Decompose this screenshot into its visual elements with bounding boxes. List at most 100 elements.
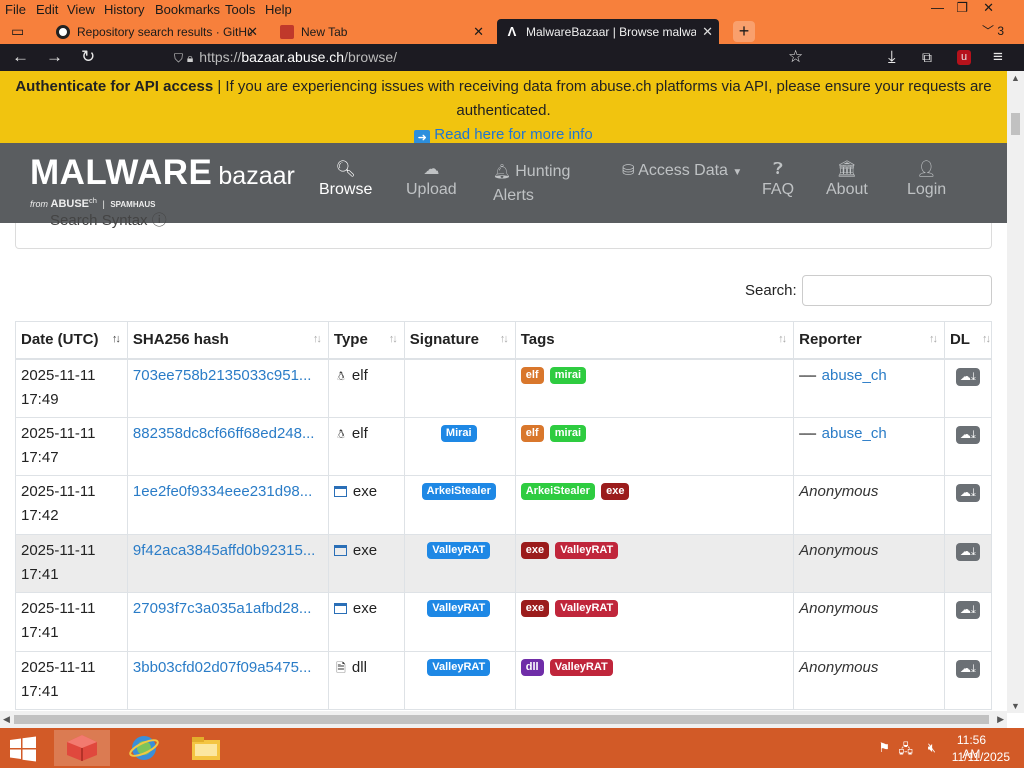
tab-malwarebazaar[interactable]: Λ MalwareBazaar | Browse malware ✕ (497, 19, 719, 44)
extensions-icon[interactable]: ⧉ (922, 48, 932, 66)
close-tab-icon[interactable]: ✕ (473, 24, 484, 40)
tag-badge[interactable]: mirai (549, 366, 587, 384)
forward-arrow-icon[interactable]: → (46, 48, 63, 66)
tag-badge[interactable]: ValleyRAT (555, 541, 619, 559)
tab-new-tab[interactable]: New Tab ✕ (272, 19, 490, 44)
table-row[interactable]: 2025-11-11 17:42 1ee2fe0f9334eee231d98... e… (15, 475, 993, 535)
column-type[interactable]: Type ↑↓ (327, 321, 405, 360)
maximize-icon[interactable]: ❐ (956, 0, 968, 16)
clock-date[interactable]: 11/11/2025 (952, 750, 1010, 764)
reporter-link[interactable]: abuse_ch (822, 425, 887, 442)
flag-icon[interactable]: ⚑ (878, 740, 890, 756)
taskbar-app-explorer[interactable] (178, 730, 234, 766)
back-arrow-icon[interactable]: ← (12, 48, 29, 66)
nav-hunting-alerts[interactable]: 🔔︎ Hunting Alerts (493, 159, 573, 208)
vertical-scrollbar[interactable]: ▲ ▼ (1007, 71, 1024, 713)
hash-link[interactable]: 3bb03cfd02d07f09a5475... (133, 659, 312, 676)
tag-badge[interactable]: elf (520, 424, 544, 442)
tag-badge[interactable]: ValleyRAT (549, 658, 613, 676)
table-row[interactable]: 2025-11-11 17:41 3bb03cfd02d07f09a5475... 🗎… (15, 651, 993, 710)
cloud-download-icon[interactable]: ☁⤓ (955, 367, 980, 386)
reload-icon[interactable]: ↻ (81, 48, 95, 66)
menu-view[interactable]: View (67, 2, 95, 17)
read-more-link[interactable]: ➜ Read here for more info (414, 126, 593, 146)
table-row[interactable]: 2025-11-11 17:41 27093f7c3a035a1afbd28... e… (15, 592, 993, 652)
shield-icon[interactable]: ⛉ (174, 51, 183, 65)
type-cell: exe (327, 475, 405, 535)
column-tags[interactable]: Tags ↑↓ (514, 321, 794, 360)
url-bar[interactable]: ⛉ 🔒︎ https://bazaar.abuse.ch/browse/ (174, 46, 774, 69)
menu-bookmarks[interactable]: Bookmarks (155, 2, 220, 17)
menu-edit[interactable]: Edit (36, 2, 58, 17)
reporter-link[interactable]: abuse_ch (822, 367, 887, 384)
signature-badge[interactable]: ArkeiStealer (421, 483, 496, 500)
minimize-icon[interactable]: — (931, 0, 944, 15)
tag-badge[interactable]: dll (520, 658, 544, 676)
tag-badge[interactable]: exe (520, 541, 550, 559)
hash-link[interactable]: 27093f7c3a035a1afbd28... (133, 600, 312, 617)
hash-link[interactable]: 703ee758b2135033c951... (133, 367, 312, 384)
nav-browse[interactable]: 🔍︎ Browse (319, 159, 372, 199)
tag-badge[interactable]: exe (520, 600, 550, 617)
lock-icon[interactable]: 🔒︎ (187, 51, 193, 65)
hash-link[interactable]: 882358dc8cf66ff68ed248... (133, 425, 315, 442)
tab-overview-icon[interactable]: ▭ (11, 23, 24, 40)
column-reporter[interactable]: Reporter ↑↓ (793, 321, 945, 360)
search-input[interactable] (802, 275, 992, 306)
bookmark-star-icon[interactable]: ☆ (788, 48, 803, 66)
nav-upload[interactable]: ☁ Upload (406, 159, 457, 199)
nav-about[interactable]: 🏛︎ About (826, 159, 868, 199)
cloud-download-icon[interactable]: ☁⤓ (955, 542, 980, 561)
tag-badge[interactable]: elf (520, 366, 544, 384)
cloud-download-icon[interactable]: ☁⤓ (955, 484, 980, 502)
hamburger-menu-icon[interactable]: ≡ (993, 48, 1003, 66)
volume-muted-icon[interactable]: 🔇︎ (928, 740, 936, 756)
nav-login[interactable]: 👤︎ Login (907, 159, 946, 199)
ublock-icon[interactable]: u (957, 50, 971, 65)
column-download[interactable]: DL ↑↓ (943, 321, 993, 360)
cloud-download-icon[interactable]: ☁⤓ (955, 659, 980, 678)
taskbar-app-redbox[interactable] (54, 730, 110, 766)
menu-help[interactable]: Help (265, 2, 292, 17)
new-tab-button[interactable]: + (733, 21, 755, 42)
tab-list-button[interactable]: ﹀ 3 (982, 19, 1004, 44)
download-icon[interactable]: ⤓ (888, 48, 896, 66)
column-date[interactable]: Date (UTC) ↑↓ (15, 321, 128, 360)
menu-history[interactable]: History (104, 2, 144, 17)
network-icon[interactable]: 🖧︎ (899, 740, 914, 762)
taskbar-app-ie[interactable] (116, 730, 172, 766)
signature-badge[interactable]: ValleyRAT (427, 541, 491, 559)
scrollbar-thumb[interactable] (14, 715, 989, 724)
table-row[interactable]: 2025-11-11 17:49 703ee758b2135033c951... 🐧︎… (15, 358, 993, 418)
hash-link[interactable]: 1ee2fe0f9334eee231d98... (133, 483, 312, 500)
nav-faq[interactable]: ❓︎ FAQ (762, 159, 794, 199)
signature-badge[interactable]: Mirai (440, 424, 477, 442)
horizontal-scrollbar[interactable]: ◀ ▶ (0, 711, 1007, 728)
cloud-download-icon[interactable]: ☁⤓ (955, 425, 980, 444)
nav-access-data[interactable]: ⛁ Access Data ▼ (622, 161, 742, 180)
tag-badge[interactable]: exe (601, 483, 630, 500)
column-signature[interactable]: Signature ↑↓ (403, 321, 516, 360)
search-syntax-toggle[interactable]: Search Syntax ⓘ (50, 209, 167, 230)
windows-start-icon[interactable] (8, 736, 38, 762)
close-tab-icon[interactable]: ✕ (702, 24, 713, 40)
tag-badge[interactable]: ValleyRAT (555, 600, 619, 617)
close-tab-icon[interactable]: ✕ (247, 24, 258, 40)
column-hash[interactable]: SHA256 hash ↑↓ (126, 321, 329, 360)
table-row[interactable]: 2025-11-11 17:41 9f42aca3845affd0b92315...… (15, 534, 993, 593)
close-window-icon[interactable]: ✕ (983, 0, 994, 16)
tag-badge[interactable]: mirai (549, 424, 587, 442)
signature-cell: Mirai (403, 417, 516, 476)
table-row[interactable]: 2025-11-11 17:47 882358dc8cf66ff68ed248...… (15, 417, 993, 476)
signature-badge[interactable]: ValleyRAT (427, 658, 491, 676)
signature-badge[interactable]: ValleyRAT (427, 600, 491, 617)
hash-link[interactable]: 9f42aca3845affd0b92315... (133, 542, 315, 559)
tag-badge[interactable]: ArkeiStealer (520, 483, 595, 500)
signature-cell: ValleyRAT (403, 592, 516, 652)
cloud-download-icon[interactable]: ☁⤓ (955, 601, 980, 619)
malwarebazaar-logo[interactable]: MALWARE bazaar from ABUSEch | SPAMHAUS (30, 153, 295, 210)
menu-tools[interactable]: Tools (225, 2, 255, 17)
menu-file[interactable]: File (5, 2, 26, 17)
scrollbar-thumb[interactable] (1011, 113, 1020, 135)
tab-github[interactable]: Repository search results · GitHub ✕ (48, 19, 264, 44)
